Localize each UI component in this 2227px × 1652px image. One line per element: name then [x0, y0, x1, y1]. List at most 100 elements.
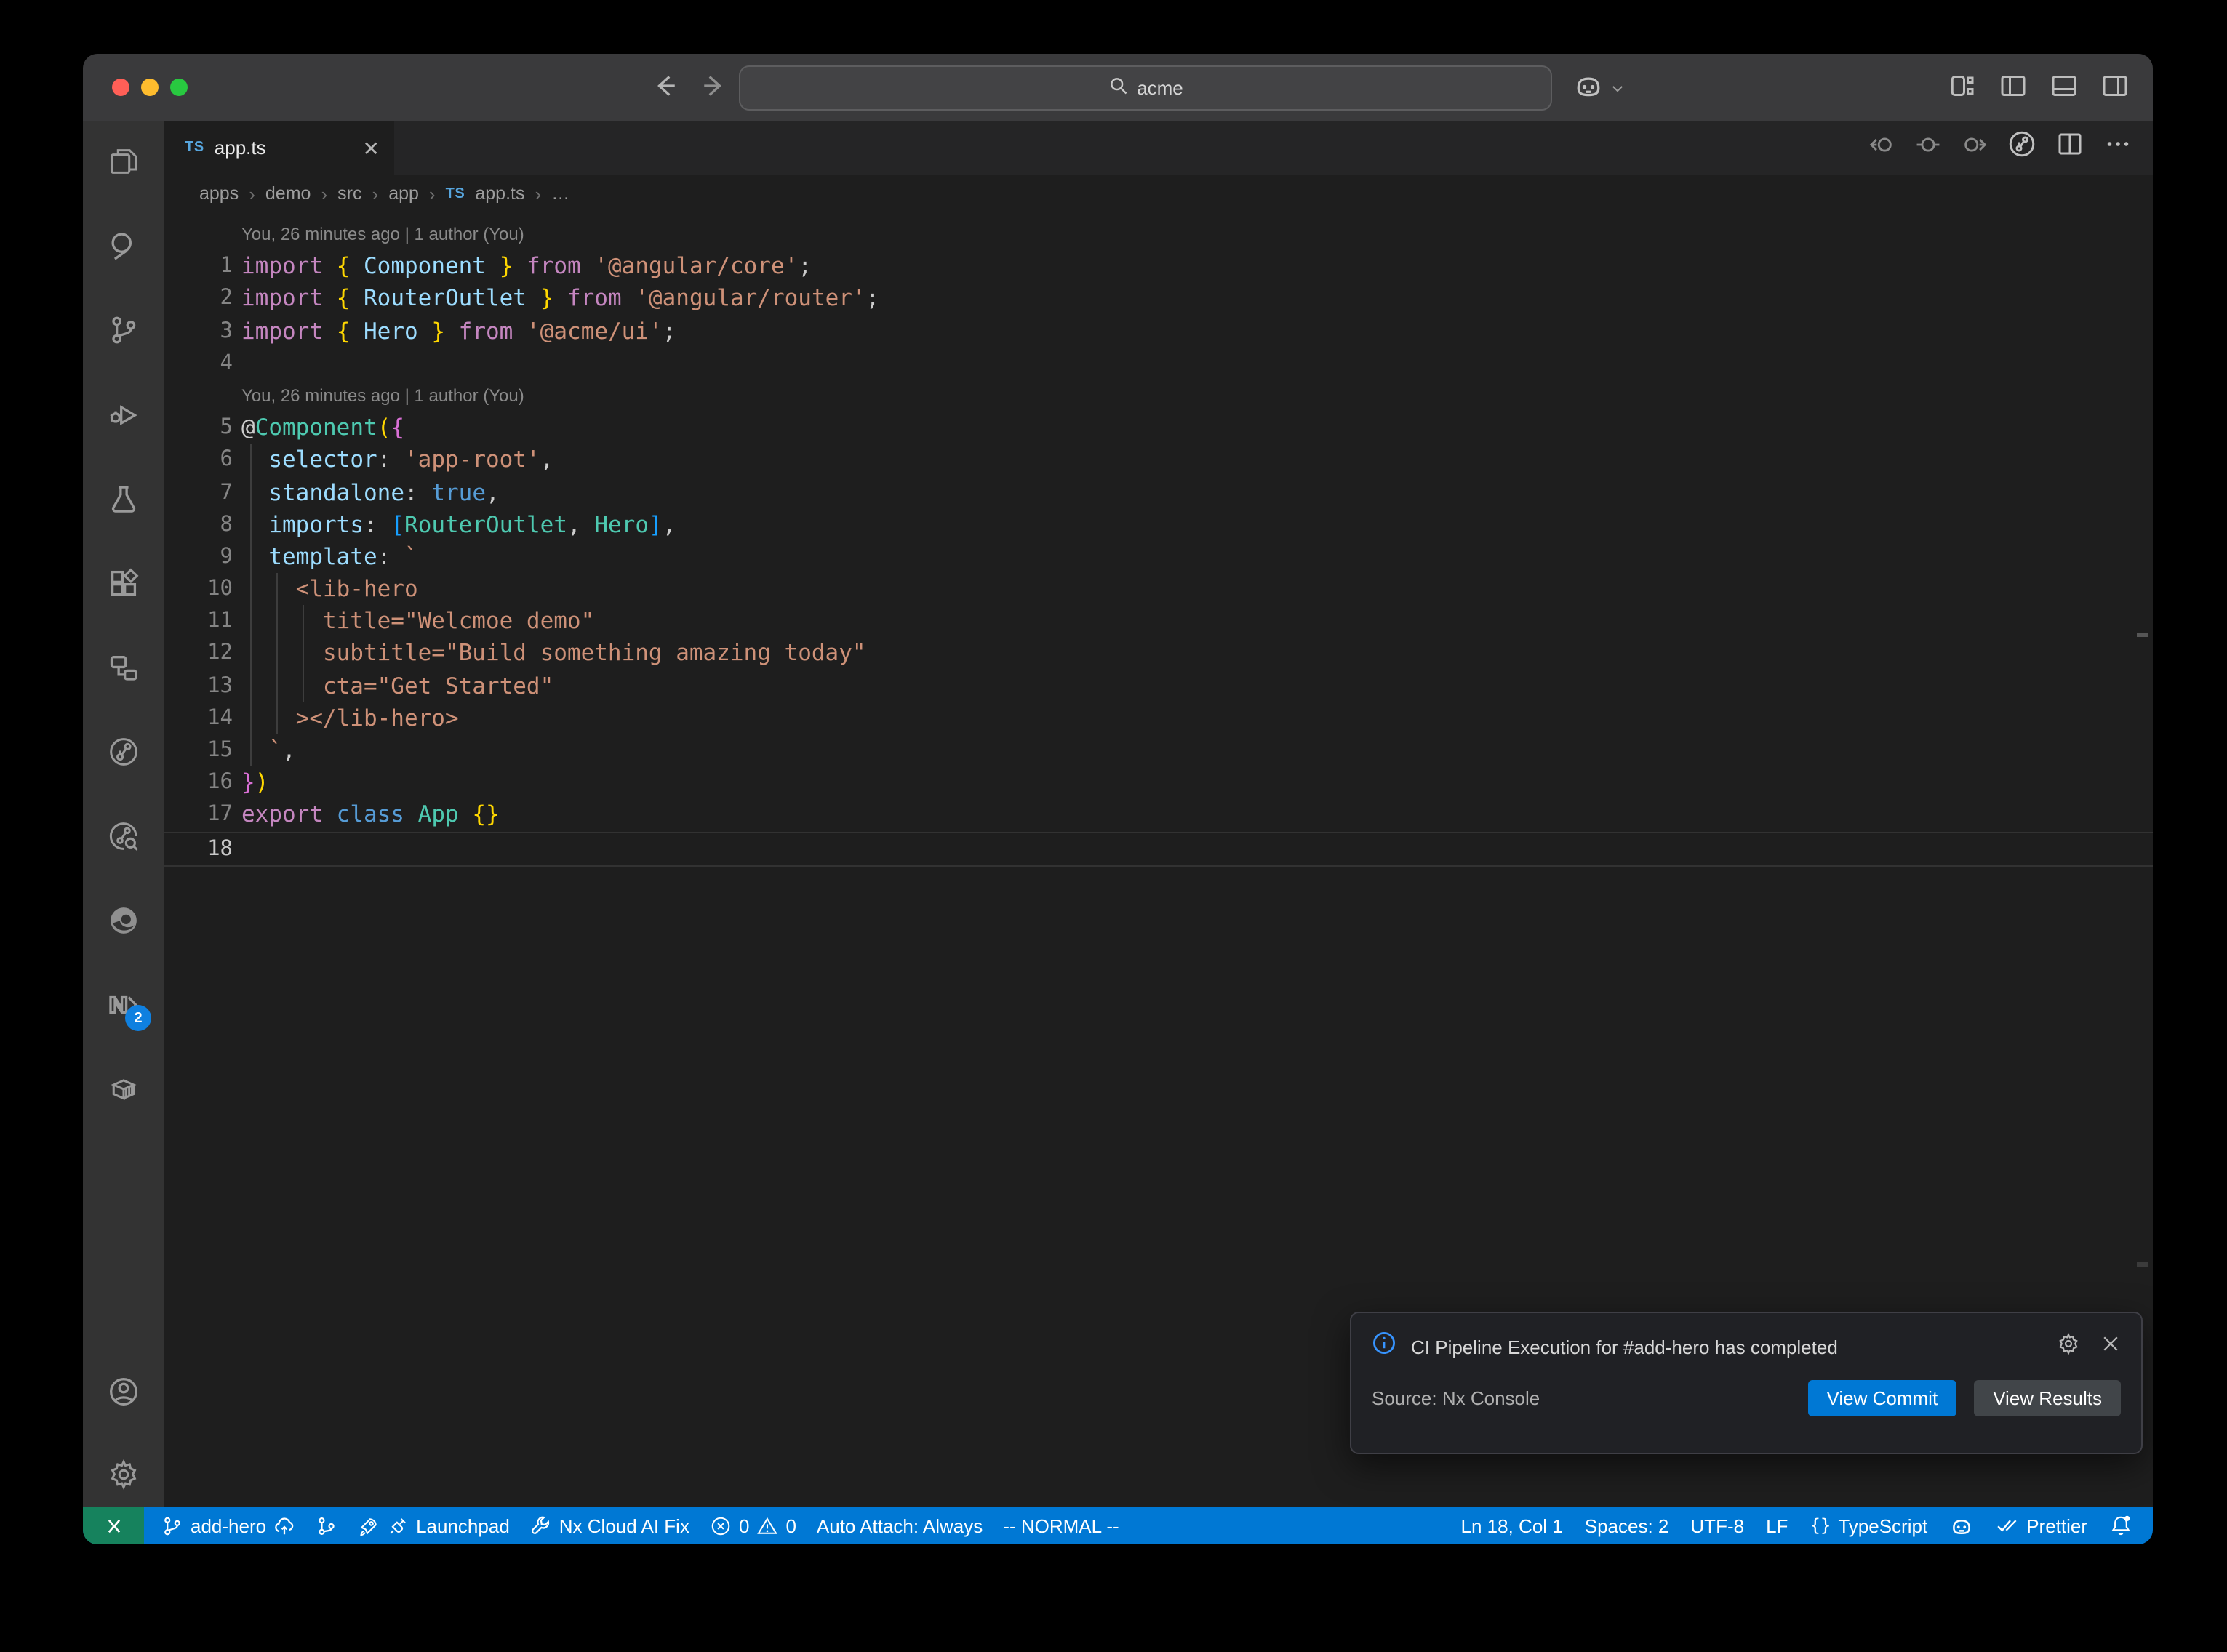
- git-branch-item[interactable]: add-hero: [161, 1515, 295, 1536]
- back-icon[interactable]: [650, 71, 679, 100]
- view-commit-button[interactable]: View Commit: [1808, 1380, 1957, 1416]
- source-control-icon[interactable]: [106, 313, 141, 348]
- line-number: 2: [164, 283, 233, 315]
- code-line[interactable]: 2import { RouterOutlet } from '@angular/…: [164, 283, 2153, 315]
- code-line[interactable]: 13 cta="Get Started": [164, 670, 2153, 702]
- eol-item[interactable]: LF: [1766, 1515, 1788, 1536]
- code-line[interactable]: 18: [164, 831, 2153, 866]
- copilot-icon: [1572, 70, 1604, 109]
- search-sidebar-icon[interactable]: [106, 228, 141, 263]
- project-structure-icon[interactable]: [106, 650, 141, 685]
- code-line[interactable]: 17export class App {}: [164, 799, 2153, 831]
- breadcrumb-item[interactable]: app: [388, 183, 419, 204]
- activity-bar: 2: [83, 121, 164, 1507]
- notification-toast: CI Pipeline Execution for #add-hero has …: [1350, 1312, 2143, 1454]
- run-debug-icon[interactable]: [106, 397, 141, 432]
- blame-annotation-row[interactable]: You, 26 minutes ago | 1 author (You): [164, 218, 2153, 250]
- indentation-item[interactable]: Spaces: 2: [1585, 1515, 1669, 1536]
- vim-mode-item[interactable]: -- NORMAL --: [1003, 1515, 1119, 1536]
- explorer-icon[interactable]: [106, 144, 141, 179]
- breadcrumb-item[interactable]: …: [551, 183, 569, 204]
- language-mode-item[interactable]: {}TypeScript: [1810, 1515, 1927, 1536]
- gitlens-graph-icon[interactable]: [2007, 129, 2036, 166]
- toggle-panel-icon[interactable]: [2050, 71, 2079, 100]
- code-line[interactable]: 11 title="Welcmoe demo": [164, 606, 2153, 638]
- code-line[interactable]: 5@Component({: [164, 412, 2153, 444]
- code-line[interactable]: 7 standalone: true,: [164, 476, 2153, 508]
- blame-annotation-row[interactable]: You, 26 minutes ago | 1 author (You): [164, 380, 2153, 412]
- tab-app-ts[interactable]: TS app.ts ✕: [164, 121, 394, 175]
- code-line[interactable]: 6 selector: 'app-root',: [164, 444, 2153, 476]
- cursor-position-item[interactable]: Ln 18, Col 1: [1461, 1515, 1563, 1536]
- code-line[interactable]: 3import { Hero } from '@acme/ui';: [164, 315, 2153, 347]
- code-text: import { RouterOutlet } from '@angular/r…: [233, 283, 879, 315]
- notification-source: Source: Nx Console: [1372, 1387, 1540, 1409]
- close-window-button[interactable]: [112, 79, 129, 96]
- line-number: 16: [164, 766, 233, 798]
- breadcrumb-item[interactable]: apps: [199, 183, 239, 204]
- notification-settings-gear-icon[interactable]: [2057, 1331, 2080, 1362]
- tab-label: app.ts: [215, 137, 266, 159]
- line-number: 17: [164, 799, 233, 831]
- code-line[interactable]: 16}): [164, 766, 2153, 798]
- more-actions-icon[interactable]: [2103, 129, 2132, 166]
- open-changes-icon[interactable]: [1914, 130, 1942, 165]
- launchpad-item[interactable]: Launchpad: [358, 1515, 510, 1536]
- code-line[interactable]: 14 ></lib-hero>: [164, 702, 2153, 734]
- forward-icon[interactable]: [700, 71, 729, 100]
- breadcrumb-item[interactable]: src: [337, 183, 361, 204]
- status-bar: add-hero Launchpad Nx Cloud AI Fix 0 0 A…: [83, 1507, 2153, 1544]
- line-number: 14: [164, 702, 233, 734]
- encoding-item[interactable]: UTF-8: [1690, 1515, 1744, 1536]
- notification-close-icon[interactable]: [2100, 1333, 2121, 1360]
- copilot-status-icon[interactable]: [1949, 1513, 1974, 1538]
- open-changes-previous-icon[interactable]: [1868, 130, 1895, 165]
- code-text: }): [233, 766, 268, 798]
- nx-console-icon[interactable]: 2: [106, 987, 141, 1022]
- settings-gear-icon[interactable]: [106, 1457, 141, 1492]
- copilot-menu[interactable]: [1572, 70, 1625, 109]
- line-number: 6: [164, 444, 233, 476]
- account-icon[interactable]: [106, 1374, 141, 1409]
- toggle-secondary-sidebar-icon[interactable]: [2100, 71, 2130, 100]
- breadcrumb-item[interactable]: demo: [265, 183, 311, 204]
- breadcrumb: apps›demo›src›app›TSapp.ts›…: [164, 175, 2153, 212]
- problems-item[interactable]: 0 0: [710, 1515, 796, 1536]
- toggle-primary-sidebar-icon[interactable]: [1999, 71, 2028, 100]
- open-changes-next-icon[interactable]: [1961, 130, 1988, 165]
- nx-cloud-fix-item[interactable]: Nx Cloud AI Fix: [530, 1515, 689, 1536]
- minimize-window-button[interactable]: [141, 79, 159, 96]
- containers-icon[interactable]: [106, 1072, 141, 1107]
- zoom-window-button[interactable]: [170, 79, 188, 96]
- code-line[interactable]: 8 imports: [RouterOutlet, Hero],: [164, 508, 2153, 540]
- code-line[interactable]: 10 <lib-hero: [164, 573, 2153, 605]
- split-editor-icon[interactable]: [2055, 129, 2084, 166]
- formatter-item[interactable]: Prettier: [1996, 1514, 2087, 1537]
- breadcrumb-item[interactable]: app.ts: [475, 183, 524, 204]
- remote-indicator[interactable]: [83, 1507, 144, 1544]
- browser-tools-icon[interactable]: [106, 903, 141, 938]
- view-results-button[interactable]: View Results: [1974, 1380, 2121, 1416]
- command-center-search[interactable]: acme: [739, 65, 1552, 111]
- gitlens-inspect-icon[interactable]: [106, 819, 141, 854]
- wrench-icon: [530, 1515, 552, 1536]
- code-text: selector: 'app-root',: [233, 444, 553, 476]
- code-text: ></lib-hero>: [233, 702, 459, 734]
- code-line[interactable]: 15 `,: [164, 734, 2153, 766]
- code-line[interactable]: 1import { Component } from '@angular/cor…: [164, 250, 2153, 282]
- testing-icon[interactable]: [106, 481, 141, 516]
- code-line[interactable]: 4: [164, 348, 2153, 380]
- notifications-bell-icon[interactable]: [2109, 1514, 2132, 1537]
- auto-attach-item[interactable]: Auto Attach: Always: [817, 1515, 983, 1536]
- line-number: [164, 218, 233, 250]
- extensions-icon[interactable]: [106, 566, 141, 601]
- close-tab-icon[interactable]: ✕: [363, 137, 380, 158]
- chevron-down-icon: [1610, 76, 1625, 103]
- typescript-file-icon: TS: [185, 140, 204, 156]
- code-line[interactable]: 12 subtitle="Build something amazing tod…: [164, 638, 2153, 670]
- blame-text: You, 26 minutes ago | 1 author (You): [233, 218, 524, 250]
- gitlens-icon[interactable]: [106, 734, 141, 769]
- compare-changes-icon[interactable]: [316, 1515, 337, 1536]
- customize-layout-icon[interactable]: [1948, 71, 1977, 100]
- code-line[interactable]: 9 template: `: [164, 541, 2153, 573]
